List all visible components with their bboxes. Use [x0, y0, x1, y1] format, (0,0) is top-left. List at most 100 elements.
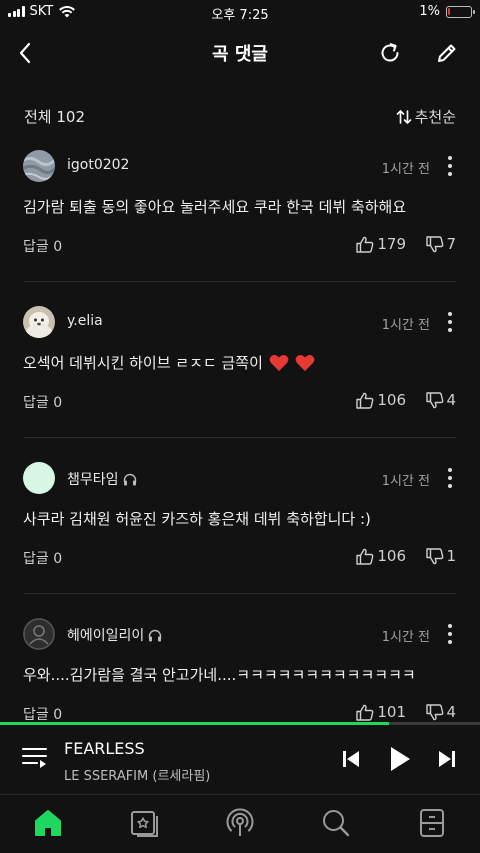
comment-list: igot0202 1시간 전 김가람 퇴출 동의 좋아요 눌러주세요 쿠라 한국…	[0, 140, 480, 724]
thumbs-down-icon	[426, 391, 444, 408]
reply-button[interactable]: 답글 0	[23, 392, 62, 412]
thumbs-down-icon	[426, 547, 444, 564]
write-comment-button[interactable]	[432, 38, 462, 68]
heart-icon	[269, 354, 289, 371]
artist-name: LE SSERAFIM (르세라핌)	[64, 769, 211, 784]
nav-home[interactable]	[31, 808, 65, 838]
divider	[24, 593, 456, 594]
mini-player[interactable]: FEARLESS LE SSERAFIM (르세라핌)	[0, 725, 480, 795]
comment-item: igot0202 1시간 전 김가람 퇴출 동의 좋아요 눌러주세요 쿠라 한국…	[0, 140, 480, 296]
thumbs-up-icon	[356, 392, 374, 409]
avatar[interactable]	[23, 150, 55, 182]
nav-locker[interactable]	[415, 808, 449, 838]
playlist-icon	[22, 748, 47, 768]
sort-button[interactable]: 추천순	[396, 106, 456, 127]
comment-text: 우와....김가람을 결국 안고가네....ㅋㅋㅋㅋㅋㅋㅋㅋㅋㅋㅋㅋㅋ	[23, 666, 416, 684]
status-time: 오후 7:25	[211, 8, 269, 23]
thumbs-up-icon	[356, 704, 374, 721]
comment-time: 1시간 전	[381, 318, 430, 333]
dislike-button[interactable]: 4	[426, 703, 456, 721]
avatar[interactable]	[23, 306, 55, 338]
nav-storage[interactable]	[127, 808, 161, 838]
comment-time: 1시간 전	[381, 474, 430, 489]
refresh-icon	[381, 43, 399, 62]
more-options-button[interactable]	[442, 312, 458, 332]
comment-time: 1시간 전	[381, 162, 430, 177]
battery-percent: 1%	[419, 4, 440, 19]
comment-text-row: 오섹어 데뷔시킨 하이브 ㄹㅈㄷ 금쪽이	[23, 352, 315, 373]
dislike-count: 4	[446, 391, 456, 409]
more-options-button[interactable]	[442, 156, 458, 176]
comment-item: 헤에이일리이 1시간 전 우와....김가람을 결국 안고가네....ㅋㅋㅋㅋㅋ…	[0, 608, 480, 724]
like-button[interactable]: 106	[356, 547, 406, 565]
like-button[interactable]: 179	[356, 235, 406, 253]
refresh-button[interactable]	[375, 38, 405, 68]
reply-button[interactable]: 답글 0	[23, 236, 62, 256]
thumbs-down-icon	[426, 703, 444, 720]
more-options-button[interactable]	[442, 468, 458, 488]
heart-icon	[295, 354, 315, 371]
battery-icon	[446, 5, 475, 18]
dislike-button[interactable]: 4	[426, 391, 456, 409]
page-title: 곡 댓글	[212, 44, 268, 65]
dislike-count: 1	[446, 547, 456, 565]
comment-time: 1시간 전	[381, 630, 430, 645]
thumbs-up-icon	[356, 548, 374, 565]
username: 챔무타임	[67, 472, 119, 488]
like-button[interactable]: 101	[356, 703, 406, 721]
locker-icon	[420, 809, 444, 837]
like-count: 106	[377, 391, 406, 409]
avatar[interactable]	[23, 462, 55, 494]
headphones-icon	[149, 629, 162, 641]
username: 헤에이일리이	[67, 628, 145, 644]
username: y.elia	[67, 313, 103, 329]
comments-summary: 전체 102 추천순	[24, 106, 456, 128]
dislike-count: 7	[446, 235, 456, 253]
previous-button[interactable]	[338, 743, 364, 775]
username: igot0202	[67, 157, 130, 173]
nav-podcast[interactable]	[223, 808, 257, 838]
home-icon	[35, 810, 61, 836]
next-button[interactable]	[434, 743, 460, 775]
comment-text: 사쿠라 김채원 허윤진 카즈하 홍은채 데뷔 축하합니다 :)	[23, 510, 371, 528]
song-title: FEARLESS	[64, 739, 145, 758]
reply-button[interactable]: 답글 0	[23, 704, 62, 724]
sort-icon	[396, 109, 411, 124]
comment-text: 김가람 퇴출 동의 좋아요 눌러주세요 쿠라 한국 데뷔 축하해요	[23, 198, 407, 216]
like-count: 101	[377, 703, 406, 721]
sort-label: 추천순	[414, 108, 456, 126]
divider	[24, 281, 456, 282]
nav-search[interactable]	[319, 808, 353, 838]
storage-icon	[131, 811, 158, 837]
comment-item: y.elia 1시간 전 오섹어 데뷔시킨 하이브 ㄹㅈㄷ 금쪽이 답글 0 1…	[0, 296, 480, 452]
status-bar: SKT 오후 7:25 1%	[0, 0, 480, 26]
previous-icon	[343, 751, 359, 767]
dislike-count: 4	[446, 703, 456, 721]
comment-count: 전체 102	[24, 108, 85, 126]
username-link[interactable]: 헤에이일리이	[67, 625, 162, 645]
username-link[interactable]: 챔무타임	[67, 469, 137, 489]
thumbs-down-icon	[426, 235, 444, 252]
comment-item: 챔무타임 1시간 전 사쿠라 김채원 허윤진 카즈하 홍은채 데뷔 축하합니다 …	[0, 452, 480, 608]
like-button[interactable]: 106	[356, 391, 406, 409]
username-link[interactable]: y.elia	[67, 313, 103, 329]
playlist-button[interactable]	[22, 747, 48, 773]
divider	[24, 437, 456, 438]
podcast-icon	[226, 808, 254, 836]
reply-button[interactable]: 답글 0	[23, 548, 62, 568]
comment-text: 오섹어 데뷔시킨 하이브 ㄹㅈㄷ 금쪽이	[23, 354, 263, 372]
like-count: 106	[377, 547, 406, 565]
dislike-button[interactable]: 7	[426, 235, 456, 253]
thumbs-up-icon	[356, 236, 374, 253]
play-button[interactable]	[384, 743, 416, 775]
play-icon	[391, 747, 410, 771]
dislike-button[interactable]: 1	[426, 547, 456, 565]
like-count: 179	[377, 235, 406, 253]
more-options-button[interactable]	[442, 624, 458, 644]
pencil-icon	[438, 44, 456, 62]
avatar[interactable]	[23, 618, 55, 650]
username-link[interactable]: igot0202	[67, 157, 129, 173]
bottom-nav	[0, 796, 480, 853]
search-icon	[323, 810, 350, 837]
next-icon	[439, 751, 455, 767]
